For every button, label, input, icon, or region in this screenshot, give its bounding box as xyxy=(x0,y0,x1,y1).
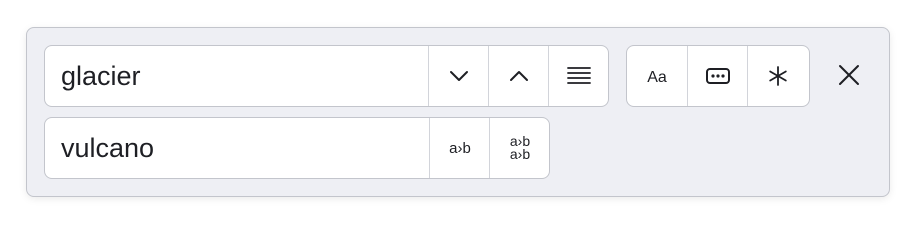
whole-word-button[interactable] xyxy=(687,46,747,106)
regex-button[interactable] xyxy=(747,46,807,106)
svg-text:a›b: a›b xyxy=(509,146,529,162)
close-icon xyxy=(839,65,859,85)
search-options: Aa xyxy=(626,45,810,107)
replace-icon: a›b xyxy=(449,140,471,157)
case-sensitive-icon: Aa xyxy=(647,69,667,86)
whole-word-icon xyxy=(705,68,730,84)
find-input[interactable] xyxy=(45,46,428,106)
match-case-button[interactable]: Aa xyxy=(627,46,687,106)
replace-all-icon: a›b a›b xyxy=(509,133,529,162)
replace-input[interactable] xyxy=(45,118,429,178)
svg-text:Aa: Aa xyxy=(647,69,667,86)
chevron-up-icon xyxy=(509,71,528,81)
previous-match-button[interactable] xyxy=(488,46,548,106)
close-button[interactable] xyxy=(829,55,869,95)
find-field xyxy=(44,45,609,107)
chevron-down-icon xyxy=(449,71,468,81)
regex-icon xyxy=(768,66,787,86)
next-match-button[interactable] xyxy=(428,46,488,106)
find-replace-panel: Aa xyxy=(26,27,890,197)
select-all-matches-button[interactable] xyxy=(548,46,608,106)
svg-text:a›b: a›b xyxy=(449,140,471,157)
replace-field: a›b a›b a›b xyxy=(44,117,550,179)
replace-all-button[interactable]: a›b a›b xyxy=(489,118,549,178)
lines-icon xyxy=(566,67,591,84)
replace-one-button[interactable]: a›b xyxy=(429,118,489,178)
